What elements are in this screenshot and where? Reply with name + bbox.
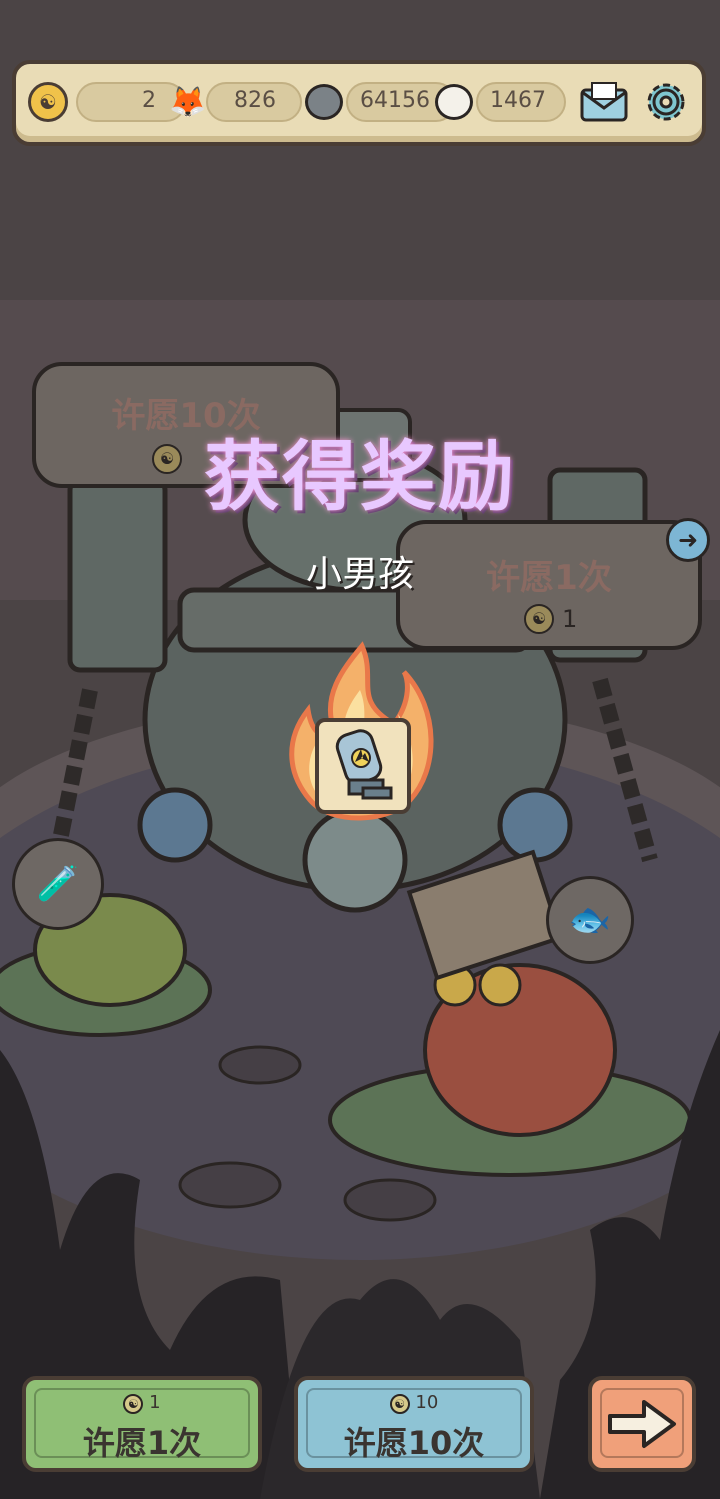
next-button[interactable] [588,1376,696,1472]
wish-ten-button[interactable]: ☯ 10 许愿10次 [294,1376,534,1472]
fox-count: 826 [234,88,276,113]
fox-spirit-icon: 🦊 [169,84,207,120]
resource-bar: ☯ 2 🦊 826 64156 1467 [12,60,706,146]
reward-item-card[interactable] [315,718,411,814]
white-spirit-icon [430,78,478,126]
wish-once-cost: ☯ 1 [26,1392,258,1414]
wish-once-cost-value: 1 [149,1392,161,1413]
grey-spirit-count: 64156 [360,88,430,113]
reward-item-name: 小男孩 [305,554,414,595]
wish-ten-cost-value: 10 [415,1392,439,1413]
wish-once-coin-icon: ☯ [123,1394,144,1414]
grey-spirit-icon [300,78,348,126]
wish-ten-coin-icon: ☯ [389,1394,410,1414]
wish-once-bubble-cost: ☯ 1 [524,604,577,634]
arrow-right-icon [608,1400,676,1448]
potion-bubble-icon: 🧪 [12,838,104,930]
bomb-icon [335,729,393,800]
wish-once-bubble-coin-icon: ☯ [524,604,554,634]
gear-icon[interactable] [638,74,694,130]
mail-icon[interactable] [576,74,632,130]
fish-bubble-icon: 🐟 [546,876,634,964]
wish-ten-cost: ☯ 10 [298,1392,530,1414]
reward-title: 获得奖励 [204,432,516,521]
wish-once-bubble-cost-value: 1 [562,605,578,633]
wish-ten-label: 许愿10次 [343,1424,485,1462]
white-spirit-count: 1467 [490,88,546,113]
wish-once-label: 许愿1次 [82,1424,202,1462]
wish-once-button[interactable]: ☯ 1 许愿1次 [22,1376,262,1472]
yin-yang-coin-icon: ☯ [28,82,68,122]
wish-coin-count: 2 [142,88,156,113]
